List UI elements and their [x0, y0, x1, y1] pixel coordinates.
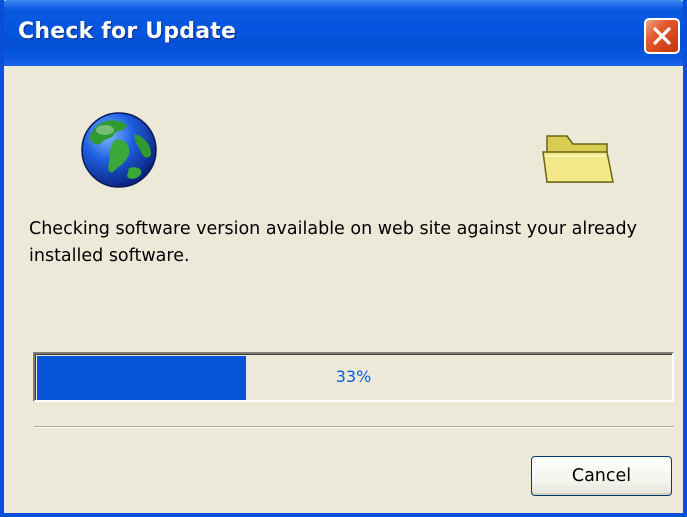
divider	[34, 426, 674, 428]
globe-icon	[81, 112, 157, 188]
progress-percent-label: 33%	[335, 367, 372, 386]
title-bar[interactable]: Check for Update	[4, 0, 683, 66]
status-message: Checking software version available on w…	[29, 219, 637, 266]
close-button[interactable]	[644, 18, 680, 54]
check-for-update-dialog: Check for Update Checking software versi…	[0, 0, 687, 517]
folder-icon	[542, 135, 614, 183]
window-title: Check for Update	[18, 19, 237, 44]
cancel-button[interactable]: Cancel	[531, 456, 672, 496]
progress-bar: 33%	[33, 352, 674, 402]
close-icon	[653, 27, 671, 45]
